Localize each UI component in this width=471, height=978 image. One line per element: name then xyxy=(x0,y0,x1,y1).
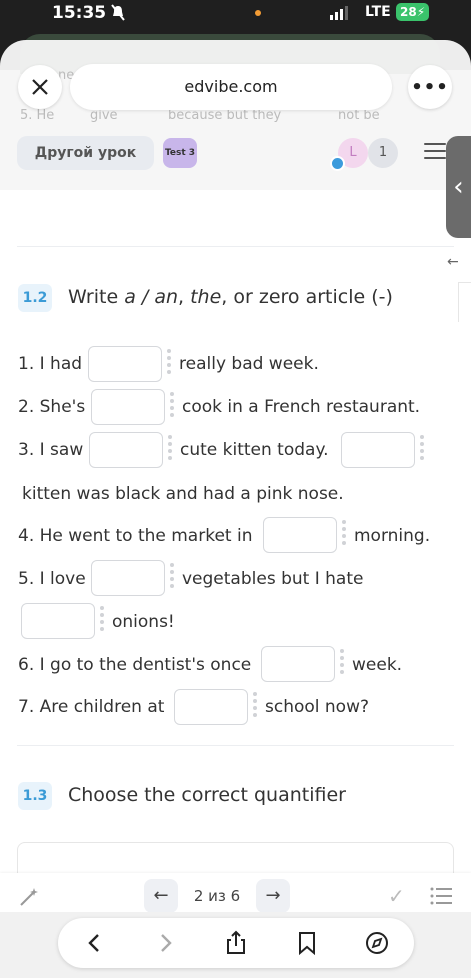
ghost-text: not be xyxy=(338,108,380,123)
title-part: , xyxy=(178,286,191,308)
side-panel-edge xyxy=(458,282,471,322)
drag-handle-icon[interactable] xyxy=(341,520,347,550)
title-italic: a / an xyxy=(124,286,179,308)
exercise-text: cute kitten today. xyxy=(180,440,329,460)
exercise-text: 2. She's xyxy=(18,397,86,417)
answer-input-1[interactable] xyxy=(88,346,162,382)
section-title: Choose the correct quantifier xyxy=(68,784,346,806)
page-indicator: 2 из 6 xyxy=(193,887,241,905)
drag-handle-icon[interactable] xyxy=(99,606,105,636)
other-lesson-button[interactable]: Другой урок xyxy=(17,136,154,170)
signal-icon xyxy=(330,6,348,20)
battery-indicator: 28⚡ xyxy=(396,3,430,21)
close-tab-button[interactable] xyxy=(18,65,62,109)
drag-handle-icon[interactable] xyxy=(339,649,345,679)
side-arrow-icon[interactable]: ← xyxy=(447,254,459,270)
exercise-text: 3. I saw xyxy=(18,440,84,460)
next-page-button[interactable]: → xyxy=(256,879,290,913)
exercise-text: onions! xyxy=(112,612,175,632)
participants-count[interactable]: 1 xyxy=(368,138,398,168)
check-icon[interactable]: ✓ xyxy=(388,884,405,908)
answer-input-5[interactable] xyxy=(263,517,337,553)
exercise-text: 6. I go to the dentist's once xyxy=(18,655,252,675)
exercise-text: 7. Are children at xyxy=(18,697,165,717)
status-time: 15:35 xyxy=(52,3,107,23)
exercise-text: kitten was black and had a pink nose. xyxy=(22,484,344,504)
title-part: , or zero article (-) xyxy=(221,286,393,308)
close-icon xyxy=(32,79,48,95)
drag-handle-icon[interactable] xyxy=(169,563,175,593)
test-badge[interactable]: Test 3 xyxy=(163,138,197,168)
drag-handle-icon[interactable] xyxy=(166,349,172,379)
back-icon[interactable] xyxy=(82,930,108,956)
answer-input-7[interactable] xyxy=(21,603,95,639)
answer-input-3[interactable] xyxy=(89,432,163,468)
section-number: 1.3 xyxy=(18,782,52,810)
more-icon: ••• xyxy=(411,76,449,98)
answer-input-9[interactable] xyxy=(174,689,248,725)
url-text: edvibe.com xyxy=(184,77,278,96)
drag-handle-icon[interactable] xyxy=(252,692,258,722)
title-part: Write xyxy=(68,286,125,308)
address-bar[interactable]: edvibe.com xyxy=(70,64,392,110)
ghost-text: 5. He xyxy=(20,108,55,123)
answer-input-8[interactable] xyxy=(261,646,335,682)
bookmarks-icon[interactable] xyxy=(294,930,320,956)
exercise-text: vegetables but I hate xyxy=(182,569,364,589)
exercise-text: 4. He went to the market in xyxy=(18,526,253,546)
chevron-left-icon: ‹ xyxy=(453,172,464,202)
share-icon[interactable] xyxy=(223,930,249,956)
compass-icon[interactable] xyxy=(364,930,390,956)
divider xyxy=(17,745,454,746)
answer-input-6[interactable] xyxy=(91,560,165,596)
drag-handle-icon[interactable] xyxy=(419,435,425,465)
crown-badge-icon xyxy=(330,156,345,171)
list-icon[interactable] xyxy=(430,886,452,906)
battery-level: 28 xyxy=(400,5,417,19)
exercise-text: school now? xyxy=(265,697,370,717)
exercise-text: really bad week. xyxy=(179,354,319,374)
drag-handle-icon[interactable] xyxy=(167,435,173,465)
exercise-text: 5. I love xyxy=(18,569,86,589)
prev-page-button[interactable]: ← xyxy=(144,879,178,913)
exercise-text: morning. xyxy=(354,526,431,546)
divider xyxy=(17,246,454,247)
section-title: Write a / an, the, or zero article (-) xyxy=(68,286,393,308)
ghost-text: give xyxy=(90,108,118,123)
network-type: LTE xyxy=(365,4,391,20)
exercise-text: 1. I had xyxy=(18,354,83,374)
page-navigator: ← 2 из 6 → xyxy=(144,879,290,913)
answer-input-4[interactable] xyxy=(341,432,415,468)
magic-wand-icon[interactable] xyxy=(18,886,40,908)
recording-dot xyxy=(255,10,261,16)
section-number: 1.2 xyxy=(18,284,52,312)
ghost-text: because but they xyxy=(168,108,282,123)
answer-input-2[interactable] xyxy=(91,389,165,425)
more-options-button[interactable]: ••• xyxy=(408,65,452,109)
exercise-text: cook in a French restaurant. xyxy=(182,397,421,417)
status-bar: 15:35 LTE 28⚡ xyxy=(0,0,471,30)
hamburger-icon[interactable] xyxy=(424,143,446,161)
exercise-text: week. xyxy=(352,655,403,675)
title-italic: the xyxy=(190,286,222,308)
silent-bell-icon xyxy=(111,4,125,21)
drag-handle-icon[interactable] xyxy=(169,392,175,422)
forward-icon[interactable] xyxy=(152,930,178,956)
side-panel-tab[interactable]: ‹ xyxy=(446,136,471,238)
